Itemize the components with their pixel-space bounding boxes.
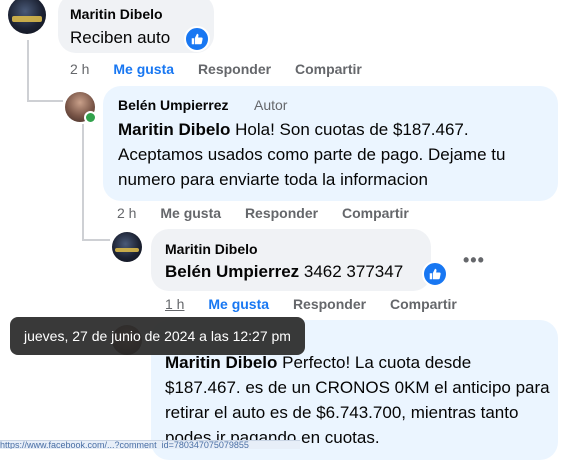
like-reaction-badge[interactable] xyxy=(184,26,210,52)
avatar[interactable] xyxy=(112,232,142,262)
thread-line xyxy=(27,40,29,102)
share-button[interactable]: Compartir xyxy=(390,296,457,312)
comment-text: Reciben auto xyxy=(70,28,171,47)
mention-link[interactable]: Maritin Dibelo xyxy=(165,353,277,372)
comment-time[interactable]: 2 h xyxy=(70,61,89,77)
thread-line xyxy=(82,239,110,241)
comment-actions: 2 h Me gusta Responder Compartir xyxy=(117,205,429,221)
comment-author[interactable]: Maritin Dibelo xyxy=(165,241,258,257)
comment-text: Maritin Dibelo Perfecto! La cuota desde … xyxy=(165,350,550,450)
comment-author[interactable]: Maritin Dibelo xyxy=(70,6,163,22)
comment-text-content: 3462 377347 xyxy=(299,262,404,281)
thumbs-up-icon xyxy=(429,268,441,280)
like-button[interactable]: Me gusta xyxy=(208,296,269,312)
author-badge: Autor xyxy=(254,97,288,113)
link-status-bar: https://www.facebook.com/...?comment_id=… xyxy=(0,440,300,449)
reply-button[interactable]: Responder xyxy=(245,205,318,221)
like-button[interactable]: Me gusta xyxy=(113,61,174,77)
timestamp-tooltip: jueves, 27 de junio de 2024 a las 12:27 … xyxy=(10,317,305,355)
thread-line xyxy=(27,100,63,102)
comment-bubble: Maritin Dibelo Belén Umpierrez 3462 3773… xyxy=(151,229,431,291)
comment-text: Belén Umpierrez 3462 377347 xyxy=(165,259,403,284)
thumbs-up-icon xyxy=(191,33,203,45)
online-status-icon xyxy=(84,111,97,124)
share-button[interactable]: Compartir xyxy=(295,61,362,77)
comment-author[interactable]: Belén Umpierrez xyxy=(118,97,228,113)
reply-button[interactable]: Responder xyxy=(198,61,271,77)
comment-text: Maritin Dibelo Hola! Son cuotas de $187.… xyxy=(118,117,548,192)
comment-time[interactable]: 2 h xyxy=(117,205,136,221)
comment-time[interactable]: 1 h xyxy=(165,296,184,312)
mention-link[interactable]: Maritin Dibelo xyxy=(118,120,230,139)
thread-line xyxy=(82,124,84,241)
reply-button[interactable]: Responder xyxy=(293,296,366,312)
more-options-icon[interactable]: ••• xyxy=(463,250,485,271)
avatar[interactable] xyxy=(8,0,46,34)
mention-link[interactable]: Belén Umpierrez xyxy=(165,262,299,281)
like-reaction-badge[interactable] xyxy=(422,261,448,287)
like-button[interactable]: Me gusta xyxy=(160,205,221,221)
comment-actions: 1 h Me gusta Responder Compartir xyxy=(165,296,477,312)
share-button[interactable]: Compartir xyxy=(342,205,409,221)
comment-actions: 2 h Me gusta Responder Compartir xyxy=(70,61,382,77)
comment-bubble: Belén Umpierrez Autor Maritin Dibelo Hol… xyxy=(103,86,558,201)
